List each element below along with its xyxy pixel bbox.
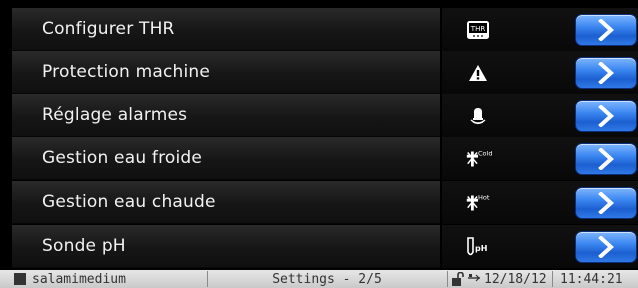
status-divider [552, 271, 553, 287]
menu-row-gestion-eau-chaude[interactable]: Gestion eau chaude Hot [0, 181, 638, 224]
row-label: Gestion eau chaude [42, 192, 216, 212]
chevron-right-icon [598, 18, 614, 41]
cold-water-icon: Cold [464, 146, 492, 172]
menu-row-gestion-eau-froide[interactable]: Gestion eau froide Cold [0, 137, 638, 180]
warning-icon [464, 60, 492, 86]
go-button-gestion-eau-chaude[interactable] [575, 186, 637, 219]
row-label: Protection machine [42, 62, 211, 82]
date: 12/18/12 [484, 271, 547, 287]
time: 11:44:21 [560, 271, 623, 287]
row-label-bar: Gestion eau chaude [12, 181, 440, 224]
settings-menu: Configurer THR THR Protection machine Ré… [0, 0, 638, 270]
menu-row-configurer-thr[interactable]: Configurer THR THR [0, 8, 638, 51]
row-label-bar: Sonde pH [12, 225, 440, 268]
row-label-bar: Gestion eau froide [12, 137, 440, 180]
go-button-sonde-ph[interactable] [575, 230, 637, 263]
page-indicator: Settings - 2/5 [207, 270, 447, 288]
status-divider [447, 271, 448, 287]
hot-icon-text: Hot [478, 193, 490, 201]
system-indicators [452, 270, 481, 288]
menu-row-reglage-alarmes[interactable]: Réglage alarmes [0, 94, 638, 137]
go-button-configurer-thr[interactable] [575, 13, 637, 46]
hot-water-icon: Hot [464, 190, 492, 216]
ph-icon-text: pH [475, 244, 487, 253]
chevron-right-icon [598, 235, 614, 258]
row-icon-cell: Hot [442, 181, 638, 224]
go-button-protection-machine[interactable] [575, 56, 637, 89]
row-icon-cell [442, 51, 638, 94]
thr-icon-text: THR [470, 25, 486, 33]
row-label: Configurer THR [42, 19, 175, 39]
date-display: 12/18/12 [484, 270, 547, 288]
ph-probe-icon: pH [464, 234, 492, 260]
user-square-icon [14, 273, 26, 285]
time-display: 11:44:21 [560, 270, 623, 288]
row-label: Gestion eau froide [42, 148, 203, 168]
row-icon-cell: pH [442, 225, 638, 268]
page-title: Settings - 2/5 [272, 271, 382, 287]
chevron-right-icon [598, 191, 614, 214]
row-icon-cell: Cold [442, 137, 638, 180]
menu-row-protection-machine[interactable]: Protection machine [0, 51, 638, 94]
chevron-right-icon [598, 147, 614, 170]
chevron-right-icon [598, 61, 614, 84]
menu-row-sonde-ph[interactable]: Sonde pH pH [0, 225, 638, 268]
usb-icon [468, 274, 480, 282]
row-icon-cell [442, 94, 638, 137]
status-bar: salamimedium Settings - 2/5 12/18/12 11:… [0, 270, 638, 288]
cold-icon-text: Cold [478, 149, 492, 157]
row-label: Sonde pH [42, 236, 126, 256]
alarm-bell-icon [464, 103, 492, 129]
row-label-bar: Configurer THR [12, 8, 440, 51]
thr-icon: THR [464, 17, 492, 43]
row-label: Réglage alarmes [42, 105, 188, 125]
row-label-bar: Protection machine [12, 51, 440, 94]
chevron-right-icon [598, 104, 614, 127]
row-label-bar: Réglage alarmes [12, 94, 440, 137]
go-button-reglage-alarmes[interactable] [575, 99, 637, 132]
unlocked-padlock-icon[interactable] [452, 272, 465, 286]
go-button-gestion-eau-froide[interactable] [575, 142, 637, 175]
user-indicator: salamimedium [14, 270, 126, 288]
row-icon-cell: THR [442, 8, 638, 51]
username: salamimedium [32, 271, 126, 287]
